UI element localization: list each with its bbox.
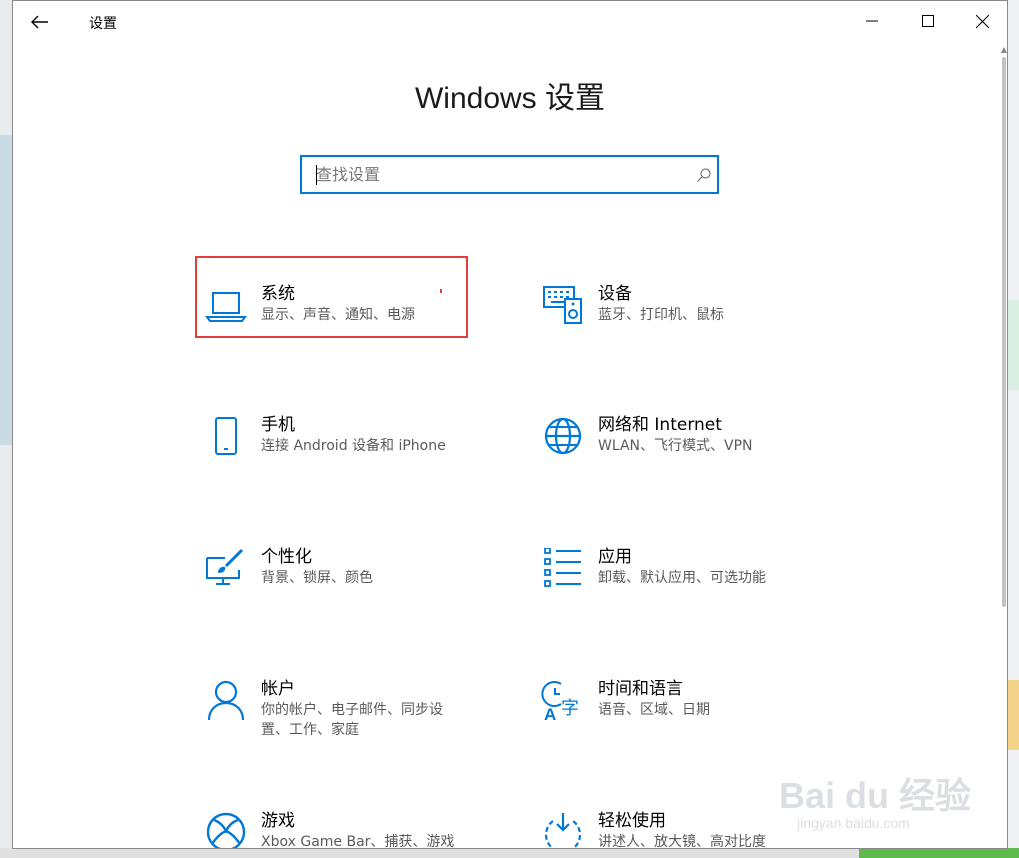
background-green-strip — [859, 848, 1019, 858]
text-caret — [316, 165, 317, 185]
tile-description: 讲述人、放大镜、高对比度 — [598, 834, 766, 849]
maximize-button[interactable] — [905, 1, 951, 41]
tile-personalization[interactable]: 个性化 背景、锁屏、颜色 — [200, 542, 490, 632]
background-app-right-panel — [1007, 300, 1019, 390]
tile-title: 时间和语言 — [598, 679, 683, 699]
highlight-box — [195, 256, 468, 338]
settings-window: 设置 ▲ Windows 设置 系统 显示、声音、通知、电源 — [12, 0, 1008, 849]
background-app-right-badge — [1007, 680, 1019, 750]
tile-apps[interactable]: 应用 卸载、默认应用、可选功能 — [537, 542, 827, 632]
tile-description: 蓝牙、打印机、鼠标 — [598, 307, 724, 323]
tile-title: 游戏 — [261, 811, 295, 831]
tile-devices[interactable]: 设备 蓝牙、打印机、鼠标 — [537, 279, 827, 369]
tile-description: WLAN、飞行模式、VPN — [598, 438, 753, 454]
search-box[interactable] — [300, 155, 719, 194]
watermark-text: Bai du 经验 — [779, 775, 972, 816]
tile-time-language[interactable]: A 字 时间和语言 语音、区域、日期 — [537, 674, 827, 764]
search-input[interactable] — [302, 157, 691, 192]
tile-title: 应用 — [598, 547, 632, 567]
annotation-dot — [440, 289, 442, 293]
page-title: Windows 设置 — [414, 82, 606, 115]
scroll-up-arrow[interactable]: ▲ — [1001, 45, 1007, 54]
apps-list-icon — [544, 548, 581, 587]
tile-title: 网络和 Internet — [598, 415, 722, 435]
tile-network[interactable]: 网络和 Internet WLAN、飞行模式、VPN — [537, 410, 827, 500]
tile-description: 语音、区域、日期 — [598, 702, 710, 718]
search-icon[interactable] — [691, 167, 717, 183]
close-button[interactable] — [959, 1, 1005, 41]
tile-description: 你的帐户、电子邮件、同步设置、工作、家庭 — [261, 702, 443, 738]
minimize-icon — [866, 20, 878, 22]
watermark: Bai du 经验 jingyan.baidu.com — [779, 767, 979, 837]
watermark-url: jingyan.baidu.com — [797, 815, 910, 831]
tile-title: 个性化 — [261, 547, 312, 567]
tile-title: 设备 — [598, 284, 632, 304]
devices-icon — [543, 286, 582, 324]
tile-description: Xbox Game Bar、捕获、游戏 — [261, 834, 455, 849]
tile-title: 轻松使用 — [598, 811, 666, 831]
maximize-icon — [922, 15, 934, 27]
back-button[interactable] — [25, 9, 55, 35]
tile-gaming[interactable]: 游戏 Xbox Game Bar、捕获、游戏 — [200, 806, 490, 849]
person-icon — [207, 680, 245, 721]
tile-description: 连接 Android 设备和 iPhone — [261, 438, 446, 454]
ease-of-access-icon — [544, 813, 582, 848]
background-app-left-panel — [0, 135, 12, 445]
tile-description: 卸载、默认应用、可选功能 — [598, 570, 766, 586]
personalization-icon — [206, 548, 244, 585]
xbox-icon — [206, 812, 246, 848]
tile-title: 帐户 — [261, 679, 295, 699]
tile-phone[interactable]: 手机 连接 Android 设备和 iPhone — [200, 410, 490, 500]
back-arrow-icon — [31, 15, 48, 29]
title-bar: 设置 — [13, 1, 1007, 43]
time-language-icon: A 字 — [541, 681, 579, 724]
scrollbar-thumb[interactable] — [1002, 57, 1006, 607]
window-title: 设置 — [89, 16, 117, 32]
close-icon — [975, 14, 989, 28]
tile-description: 背景、锁屏、颜色 — [261, 570, 373, 586]
globe-icon — [544, 417, 582, 455]
svg-text:字: 字 — [561, 698, 579, 719]
minimize-button[interactable] — [849, 1, 895, 41]
phone-icon — [215, 417, 237, 455]
tile-title: 手机 — [261, 415, 295, 435]
svg-text:A: A — [544, 705, 556, 724]
tile-accounts[interactable]: 帐户 你的帐户、电子邮件、同步设置、工作、家庭 — [200, 674, 490, 764]
